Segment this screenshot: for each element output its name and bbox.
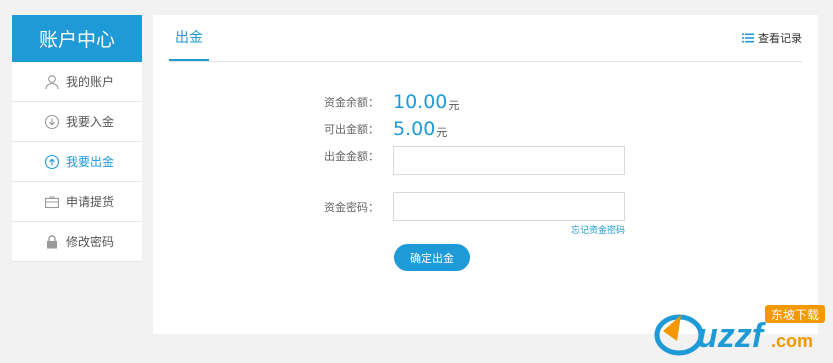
withdraw-amount-input[interactable] <box>393 146 625 175</box>
confirm-withdraw-button[interactable]: 确定出金 <box>394 244 470 271</box>
sidebar-item-label: 我要入金 <box>66 115 115 129</box>
sidebar-item-withdraw[interactable]: 我要出金 <box>12 142 142 182</box>
main-panel: 出金 查看记录 资金余额： 10.00 元 可出金额： 5.00 元 出金金额：… <box>153 15 818 334</box>
tab-withdraw[interactable]: 出金 <box>169 15 209 61</box>
briefcase-icon <box>44 194 60 210</box>
withdrawable-row: 可出金额： 5.00 元 <box>299 118 447 140</box>
sidebar-item-change-password[interactable]: 修改密码 <box>12 222 142 262</box>
view-records-label: 查看记录 <box>758 32 802 45</box>
balance-label: 资金余额： <box>324 96 379 109</box>
sidebar-item-apply-delivery[interactable]: 申请提货 <box>12 182 142 222</box>
sidebar-item-label: 我的账户 <box>66 75 115 89</box>
lock-icon <box>44 234 60 250</box>
balance-value: 10.00 <box>393 91 448 113</box>
balance-unit: 元 <box>448 98 460 112</box>
withdraw-icon <box>44 154 60 170</box>
fund-password-input[interactable] <box>393 192 625 221</box>
balance-row: 资金余额： 10.00 元 <box>299 91 459 113</box>
svg-text:uzzf: uzzf <box>697 317 767 355</box>
withdrawable-unit: 元 <box>436 125 448 139</box>
password-label: 资金密码： <box>324 200 379 214</box>
list-icon <box>742 33 754 43</box>
amount-row: 出金金额： <box>299 146 625 175</box>
password-row: 资金密码： <box>299 192 625 221</box>
sidebar-item-my-account[interactable]: 我的账户 <box>12 62 142 102</box>
deposit-icon <box>44 114 60 130</box>
sidebar-item-label: 修改密码 <box>66 235 115 249</box>
uzzf-watermark-logo: uzzf .com 东坡下载 <box>649 301 829 359</box>
sidebar-item-label: 我要出金 <box>66 155 115 169</box>
sidebar: 账户中心 我的账户 我要入金 我要出金 申请提货 修改密码 <box>12 15 142 262</box>
view-records-link[interactable]: 查看记录 <box>742 15 802 61</box>
withdrawable-label: 可出金额： <box>324 123 379 136</box>
amount-label: 出金金额： <box>324 150 379 163</box>
forgot-password-link[interactable]: 忘记资金密码 <box>571 223 625 236</box>
sidebar-item-deposit[interactable]: 我要入金 <box>12 102 142 142</box>
user-icon <box>44 74 60 90</box>
sidebar-title: 账户中心 <box>12 15 142 62</box>
sidebar-item-label: 申请提货 <box>66 195 115 209</box>
svg-text:.com: .com <box>771 331 813 351</box>
svg-text:东坡下载: 东坡下载 <box>771 308 819 322</box>
withdrawable-value: 5.00 <box>393 118 436 140</box>
tab-bar: 出金 查看记录 <box>169 15 802 62</box>
